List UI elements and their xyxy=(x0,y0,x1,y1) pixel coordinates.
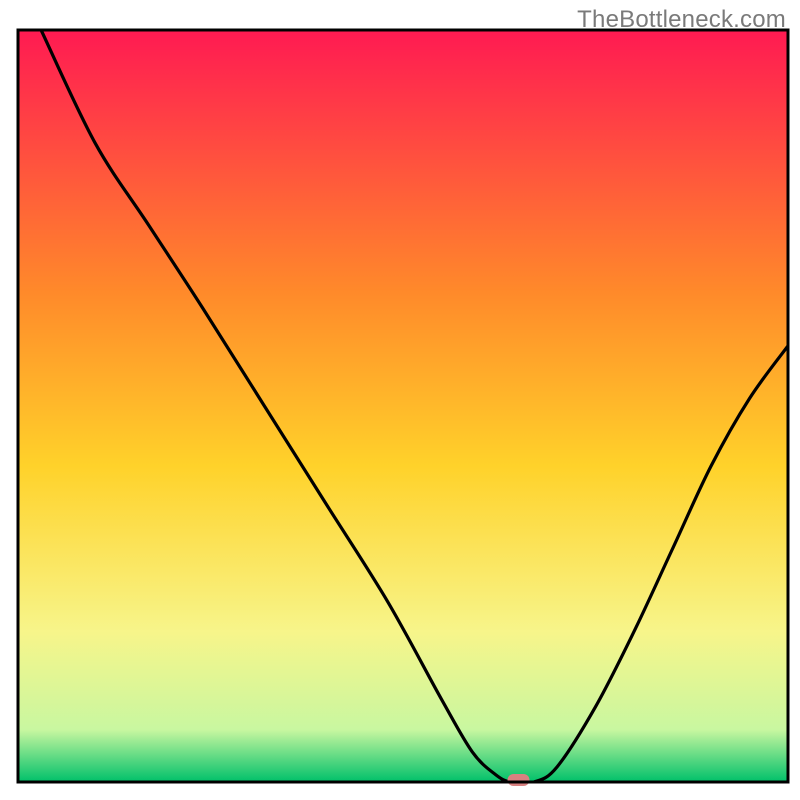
bottleneck-chart xyxy=(0,0,800,800)
gradient-background xyxy=(18,30,788,782)
plot-area xyxy=(18,30,788,786)
minimum-marker xyxy=(508,774,530,786)
watermark-text: TheBottleneck.com xyxy=(577,6,786,34)
chart-container: TheBottleneck.com xyxy=(0,0,800,800)
